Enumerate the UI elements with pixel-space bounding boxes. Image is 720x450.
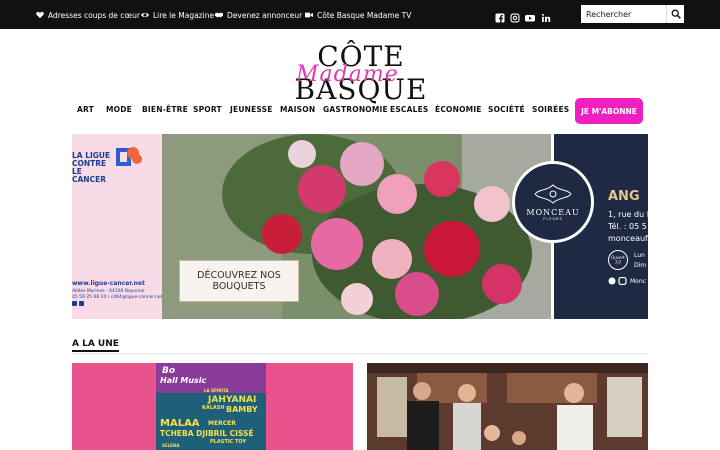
second-article-card[interactable] [367, 363, 648, 450]
instagram-link[interactable] [510, 10, 520, 23]
youtube-icon [525, 15, 535, 22]
advertise-link[interactable]: Devenez annonceur [215, 8, 302, 22]
poster-artist-jahyanai: JAHYANAI [208, 395, 257, 405]
poster-artist-kalash: KALASH [202, 405, 225, 411]
heart-icon [36, 11, 44, 19]
ligue-title-line-3: LE CANCER [72, 167, 106, 184]
search-box [581, 5, 684, 23]
linkedin-link[interactable] [541, 10, 551, 22]
poster-artist-malaa: MALAA [160, 418, 200, 429]
monceau-social-icons [608, 277, 627, 285]
favorites-link[interactable]: Adresses coups de cœur [36, 8, 140, 22]
monceau-sub: FLEURS [543, 217, 563, 221]
nav-item-bien-etre[interactable]: BIEN-ÊTRE [142, 105, 188, 114]
tv-link[interactable]: Côte Basque Madame TV [305, 8, 411, 22]
section-title-a-la-une: A LA UNE [72, 339, 119, 352]
logo-script: Madame [296, 62, 399, 87]
poster-artist-tcheba: TCHEBA DJIBRIL CISSÉ [160, 429, 254, 438]
people-photo [367, 363, 648, 450]
ligue-social-icons [72, 301, 84, 306]
nav-item-economie[interactable]: ÉCONOMIE [435, 105, 482, 114]
search-button[interactable] [666, 5, 684, 23]
ligue-contact: 05 59 25 68 20 / cd64@ligue-cancer.net [72, 295, 163, 300]
nav-item-mode[interactable]: MODE [106, 105, 132, 114]
video-icon [305, 12, 313, 18]
linkedin-icon [541, 13, 551, 22]
search-input[interactable] [581, 5, 666, 23]
nav-item-jeunesse[interactable]: JEUNESSE [230, 105, 273, 114]
poster-artist-mercer: MERCER [208, 420, 236, 427]
poster-title-2: Hall Music [160, 376, 207, 385]
discover-bouquets-button[interactable]: DÉCOUVREZ NOS BOUQUETS [179, 260, 299, 302]
advertise-link-label: Devenez annonceur [227, 10, 303, 20]
monceau-address: 1, rue du B [608, 210, 648, 219]
nav-item-gastronomie[interactable]: GASTRONOMIE [323, 105, 388, 114]
ligue-url: www.ligue-cancer.net [72, 280, 145, 287]
nav-item-art[interactable]: ART [77, 105, 94, 114]
floral-ornament-icon [534, 184, 572, 204]
ad-banner[interactable]: LA LIGUE CONTRE LE CANCER www.ligue-canc… [72, 134, 648, 319]
favorites-link-label: Adresses coups de cœur [48, 10, 140, 20]
monceau-social-label: Monc [630, 278, 646, 285]
tv-link-label: Côte Basque Madame TV [317, 10, 412, 20]
subscribe-button[interactable]: JE M'ABONNE [575, 98, 643, 124]
ligue-address: Allées Marines - 64100 Bayonne [72, 289, 145, 294]
poster-artist-plastic-toy: PLASTIC TOY [210, 439, 247, 445]
monceau-web: monceaufl [608, 234, 648, 243]
hours-badge: Ouvert 7/7 [608, 250, 628, 270]
concert-poster-image: Bo Hall Music LA SPIRITA JAHYANAI KALASH… [156, 363, 266, 450]
section-divider [72, 353, 648, 354]
magazine-link[interactable]: Lire le Magazine [141, 8, 214, 22]
nav-item-maison[interactable]: MAISON [280, 105, 315, 114]
nav-item-sport[interactable]: SPORT [193, 105, 222, 114]
nav-item-societe[interactable]: SOCIÉTÉ [488, 105, 525, 114]
site-logo[interactable]: CÔTE BASQUE Madame [246, 40, 476, 106]
facebook-icon [495, 13, 505, 23]
poster-artist-spirita: LA SPIRITA [204, 388, 229, 393]
eye-icon [141, 12, 149, 18]
nav-item-soirees[interactable]: SOIRÉES [532, 105, 569, 114]
hours-line-2: Dim [634, 262, 647, 269]
bouquet-photo: DÉCOUVREZ NOS BOUQUETS [162, 134, 551, 319]
monceau-logo: MONCEAU FLEURS [512, 161, 594, 243]
monceau-phone: Tél. : 05 5 [608, 222, 647, 231]
hours-line-1: Lun [634, 252, 645, 259]
instagram-icon [510, 13, 520, 23]
poster-artist-bamby: BAMBY [226, 405, 258, 414]
ligue-logo-icon [116, 147, 142, 166]
magazine-link-label: Lire le Magazine [153, 10, 215, 20]
monceau-name: MONCEAU [526, 208, 580, 217]
discover-line-1: DÉCOUVREZ NOS [197, 270, 281, 281]
search-icon [671, 9, 681, 19]
ligue-cancer-ad[interactable]: LA LIGUE CONTRE LE CANCER www.ligue-canc… [72, 134, 162, 319]
top-bar: Adresses coups de cœur Lire le Magazine … [0, 0, 720, 29]
discover-line-2: BOUQUETS [212, 281, 266, 292]
poster-artist-selena: SELENA [162, 443, 180, 448]
ligue-title: LA LIGUE CONTRE LE CANCER [72, 152, 116, 184]
featured-article-card[interactable]: Bo Hall Music LA SPIRITA JAHYANAI KALASH… [72, 363, 353, 450]
facebook-link[interactable] [495, 10, 505, 23]
nav-item-escales[interactable]: ESCALES [390, 105, 429, 114]
youtube-link[interactable] [525, 10, 535, 22]
monceau-title: ANG [608, 189, 640, 204]
handshake-icon [215, 12, 223, 18]
poster-title-1: Bo [162, 366, 176, 376]
